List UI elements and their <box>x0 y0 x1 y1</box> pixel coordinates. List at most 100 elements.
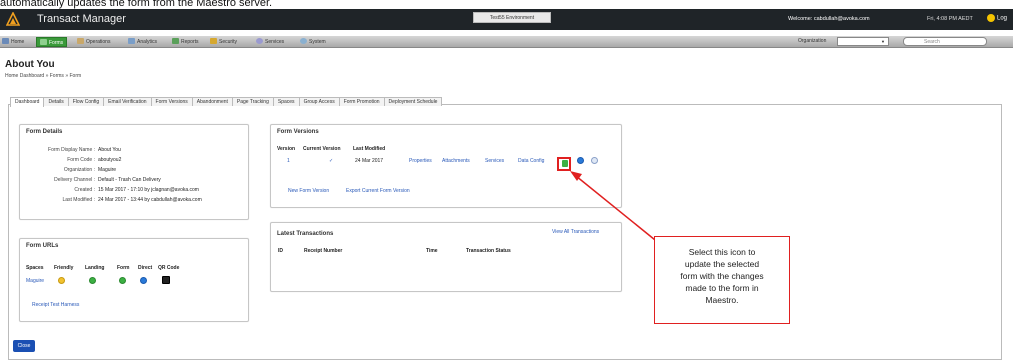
detail-value: Default - <box>98 177 119 183</box>
receipt-number-header: Receipt Number <box>304 248 343 254</box>
title-bar: Transact Manager Test55 Environment Welc… <box>0 9 1013 30</box>
receipt-test-harness-link[interactable]: Receipt Test Harness <box>32 302 79 308</box>
form-url-icon[interactable] <box>119 277 126 284</box>
detail-value: aboutyou2 <box>98 157 122 163</box>
properties-link[interactable]: Properties <box>409 158 432 164</box>
search-input[interactable]: Search <box>903 37 987 46</box>
annotation-callout: Select this icon to update the selected … <box>654 236 790 324</box>
page-title: About You <box>5 59 55 70</box>
breadcrumb-separator: » <box>65 73 69 79</box>
operations-icon <box>77 38 84 44</box>
breadcrumb: Home Dashboard » Forms » Form <box>5 73 81 79</box>
tab-form-promotion[interactable]: Form Promotion <box>338 97 385 106</box>
menu-security[interactable]: Security <box>210 37 237 47</box>
menu-label: Analytics <box>137 39 158 45</box>
data-config-link[interactable]: Data Config <box>518 158 544 164</box>
detail-row: Delivery Channel : Default - Trash Can De… <box>20 177 161 183</box>
form-urls-title: Form URLs <box>26 243 59 249</box>
menu-label: Reports <box>181 39 199 45</box>
menu-label: Home <box>11 39 25 45</box>
callout-line: Select this icon to <box>688 247 756 257</box>
space-link[interactable]: Maguire <box>26 278 44 284</box>
home-icon <box>2 38 9 44</box>
preview-icon[interactable] <box>577 157 584 164</box>
callout-line: made to the form in <box>685 283 759 293</box>
landing-url-icon[interactable] <box>89 277 96 284</box>
export-form-version-link[interactable]: Export Current Form Version <box>346 188 410 194</box>
detail-row: Form Display Name : About You <box>20 147 121 153</box>
last-modified-header: Last Modified <box>353 146 386 152</box>
version-last-modified: 24 Mar 2017 <box>355 158 384 164</box>
detail-key: Delivery Channel : <box>54 177 95 183</box>
caption-text: automatically updates the form from the … <box>0 0 273 9</box>
breadcrumb-home[interactable]: Home Dashboard <box>5 73 44 79</box>
delivery-channel-link[interactable]: Trash Can Delivery <box>118 177 161 183</box>
tab-email-verification[interactable]: Email Verification <box>103 97 152 106</box>
tab-bar: Dashboard Details Flow Config Email Veri… <box>10 97 443 107</box>
url-header: Spaces <box>26 265 44 271</box>
qr-code-icon[interactable] <box>162 276 170 284</box>
detail-key: Organization : <box>63 167 95 173</box>
logout-button[interactable]: Log <box>987 14 1007 22</box>
menu-system[interactable]: System <box>300 37 326 47</box>
latest-transactions-box: Latest Transactions View All Transaction… <box>270 222 622 292</box>
organization-select[interactable] <box>837 37 889 46</box>
callout-line: Maestro. <box>705 295 739 305</box>
breadcrumb-forms[interactable]: Forms <box>50 73 64 79</box>
tab-form-versions[interactable]: Form Versions <box>150 97 193 106</box>
detail-key: Form Code : <box>67 157 95 163</box>
tab-page-tracking[interactable]: Page Tracking <box>231 97 274 106</box>
organization-label: Organization <box>798 38 827 44</box>
tab-details[interactable]: Details <box>43 97 69 106</box>
detail-row: Last Modified :24 Mar 2017 - 13:44 by ca… <box>20 197 201 203</box>
info-icon[interactable] <box>591 157 598 164</box>
detail-value: 15 Mar 2017 - 17:10 by jclagnan@avoka.co… <box>98 187 199 193</box>
detail-row: Created :15 Mar 2017 - 17:10 by jclagnan… <box>20 187 199 193</box>
detail-key: Form Display Name : <box>48 147 95 153</box>
highlight-box <box>557 157 571 171</box>
close-button[interactable]: Close <box>13 340 35 352</box>
view-all-transactions-link[interactable]: View All Transactions <box>552 229 599 235</box>
tab-dashboard[interactable]: Dashboard <box>10 97 45 107</box>
transaction-status-header: Transaction Status <box>466 248 511 254</box>
menu-analytics[interactable]: Analytics <box>128 37 157 47</box>
tab-abandonment[interactable]: Abandonment <box>191 97 233 106</box>
friendly-url-icon[interactable] <box>58 277 65 284</box>
detail-key: Created : <box>74 187 95 193</box>
new-form-version-link[interactable]: New Form Version <box>288 188 329 194</box>
timestamp: Fri, 4:08 PM AEDT <box>927 16 973 22</box>
menu-home[interactable]: Home <box>2 37 24 47</box>
form-urls-box: Form URLs Spaces Friendly Landing Form D… <box>19 238 249 322</box>
url-header: Direct <box>138 265 153 271</box>
menu-reports[interactable]: Reports <box>172 37 199 47</box>
form-details-box: Form Details Form Display Name : About Yo… <box>19 124 249 220</box>
url-header: Friendly <box>54 265 74 271</box>
tab-group-access[interactable]: Group Access <box>298 97 340 106</box>
menu-forms[interactable]: Forms <box>36 37 68 47</box>
menu-label: Services <box>265 39 285 45</box>
current-version-header: Current Version <box>303 146 341 152</box>
breadcrumb-form: Form <box>69 73 82 79</box>
url-header: Landing <box>85 265 105 271</box>
time-header: Time <box>426 248 438 254</box>
system-icon <box>300 38 307 44</box>
app-title: Transact Manager <box>37 13 126 25</box>
breadcrumb-separator: » <box>45 73 49 79</box>
attachments-link[interactable]: Attachments <box>442 158 470 164</box>
direct-url-icon[interactable] <box>140 277 147 284</box>
version-number-link[interactable]: 1 <box>287 158 290 164</box>
current-version-check: ✓ <box>329 158 334 164</box>
menu-operations[interactable]: Operations <box>77 37 110 47</box>
form-details-title: Form Details <box>26 129 63 135</box>
tab-deployment-schedule[interactable]: Deployment Schedule <box>383 97 443 106</box>
form-versions-title: Form Versions <box>277 129 319 135</box>
tab-flow-config[interactable]: Flow Config <box>67 97 105 106</box>
id-header: ID <box>278 248 283 254</box>
services-link[interactable]: Services <box>485 158 504 164</box>
form-display-name-link[interactable]: About You <box>98 147 121 153</box>
security-icon <box>210 38 217 44</box>
forms-icon <box>40 39 47 45</box>
organization-link[interactable]: Maguire <box>98 167 116 173</box>
tab-spaces[interactable]: Spaces <box>272 97 300 106</box>
menu-services[interactable]: Services <box>256 37 284 47</box>
